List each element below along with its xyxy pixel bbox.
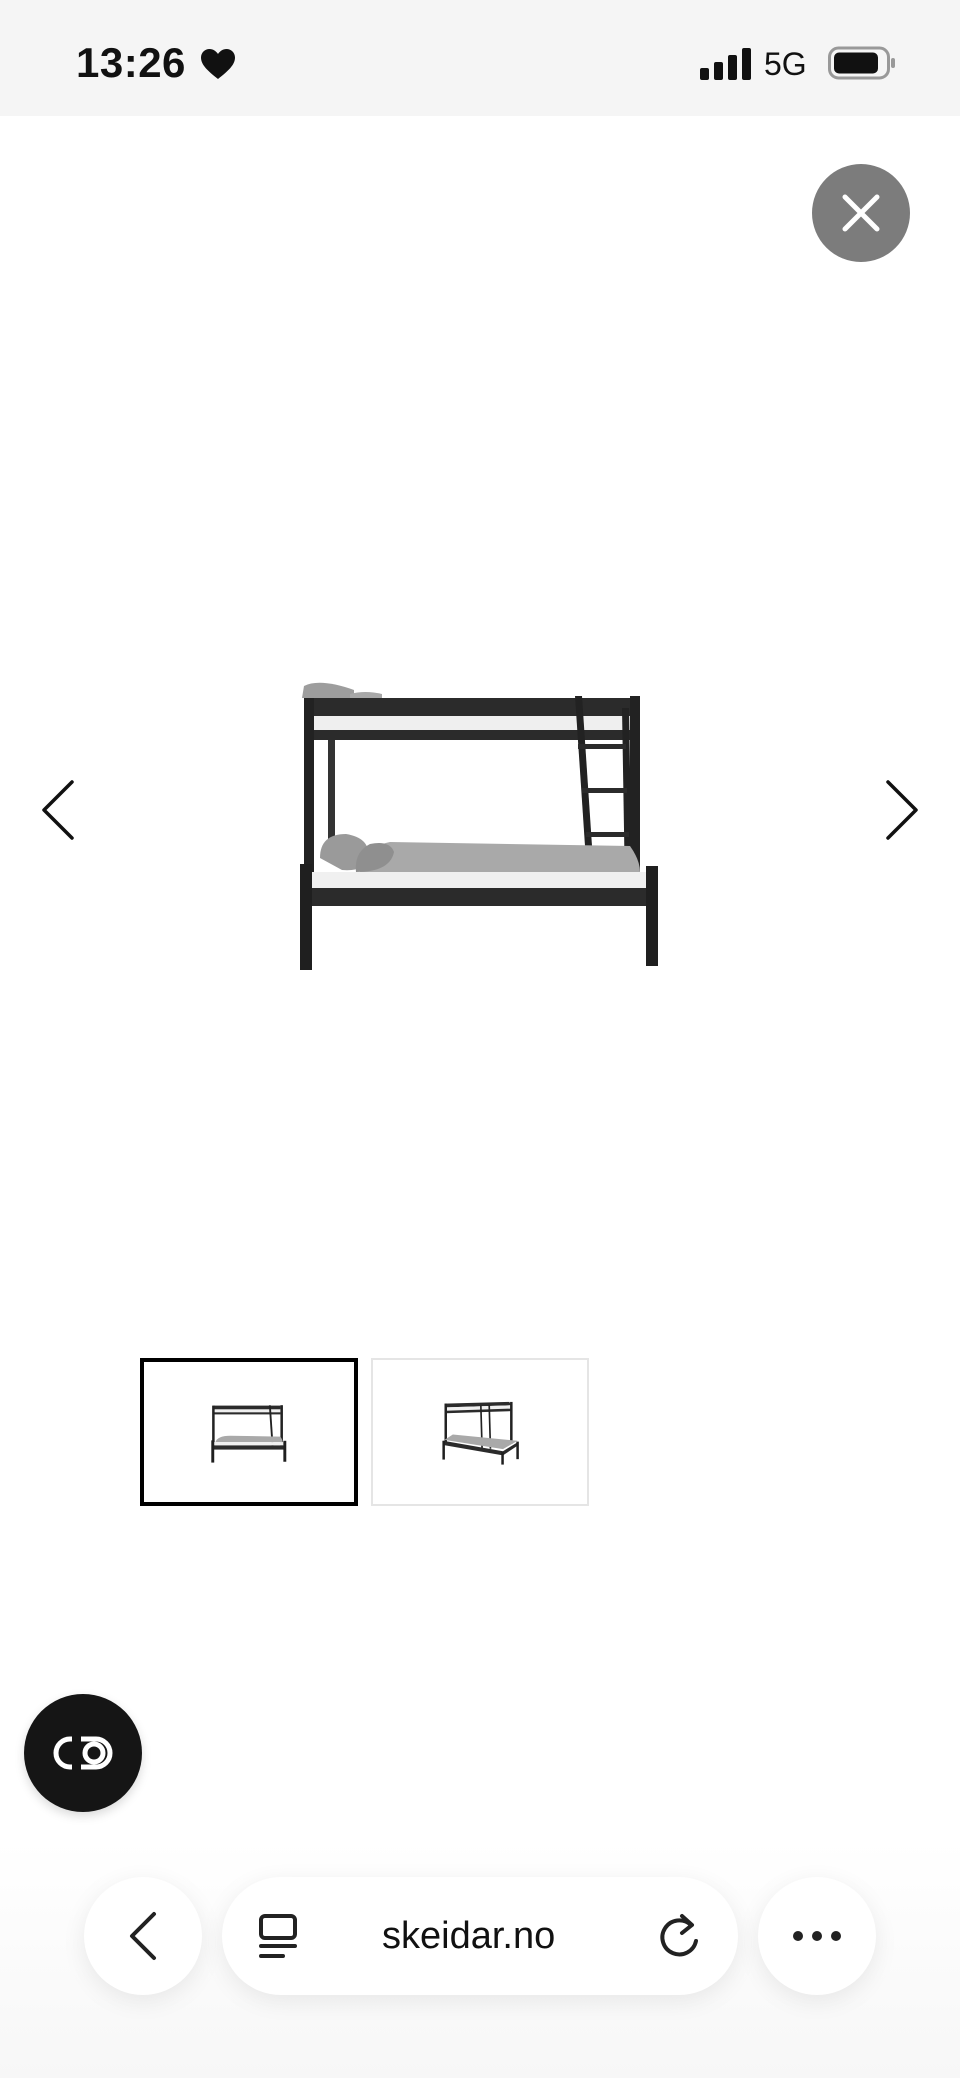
product-image bbox=[300, 682, 658, 970]
browser-back-button[interactable] bbox=[84, 1877, 202, 1995]
link-toggle-button[interactable] bbox=[24, 1694, 142, 1812]
chevron-left-icon bbox=[130, 1912, 156, 1960]
status-time: 13:26 bbox=[76, 39, 186, 86]
more-options-button[interactable] bbox=[758, 1877, 876, 1995]
next-image-button[interactable] bbox=[882, 778, 922, 842]
thumbnail-image bbox=[211, 1405, 287, 1463]
reload-icon[interactable] bbox=[658, 1913, 702, 1959]
url-text[interactable]: skeidar.no bbox=[382, 1913, 555, 1959]
address-bar[interactable]: skeidar.no bbox=[222, 1877, 738, 1995]
battery-icon bbox=[828, 46, 895, 80]
heart-icon bbox=[201, 49, 235, 79]
thumbnail-image bbox=[442, 1401, 519, 1465]
cellular-signal-icon bbox=[700, 48, 751, 80]
link-toggle-icon bbox=[53, 1736, 113, 1770]
network-type: 5G bbox=[764, 46, 807, 82]
status-bar: 13:26 5G bbox=[0, 0, 960, 116]
close-icon bbox=[842, 194, 880, 232]
previous-image-button[interactable] bbox=[38, 778, 78, 842]
close-button[interactable] bbox=[812, 164, 910, 262]
more-icon bbox=[793, 1931, 841, 1941]
thumbnail-2[interactable] bbox=[371, 1358, 589, 1506]
thumbnail-1-selected[interactable] bbox=[140, 1358, 358, 1506]
reader-icon[interactable] bbox=[258, 1913, 300, 1959]
